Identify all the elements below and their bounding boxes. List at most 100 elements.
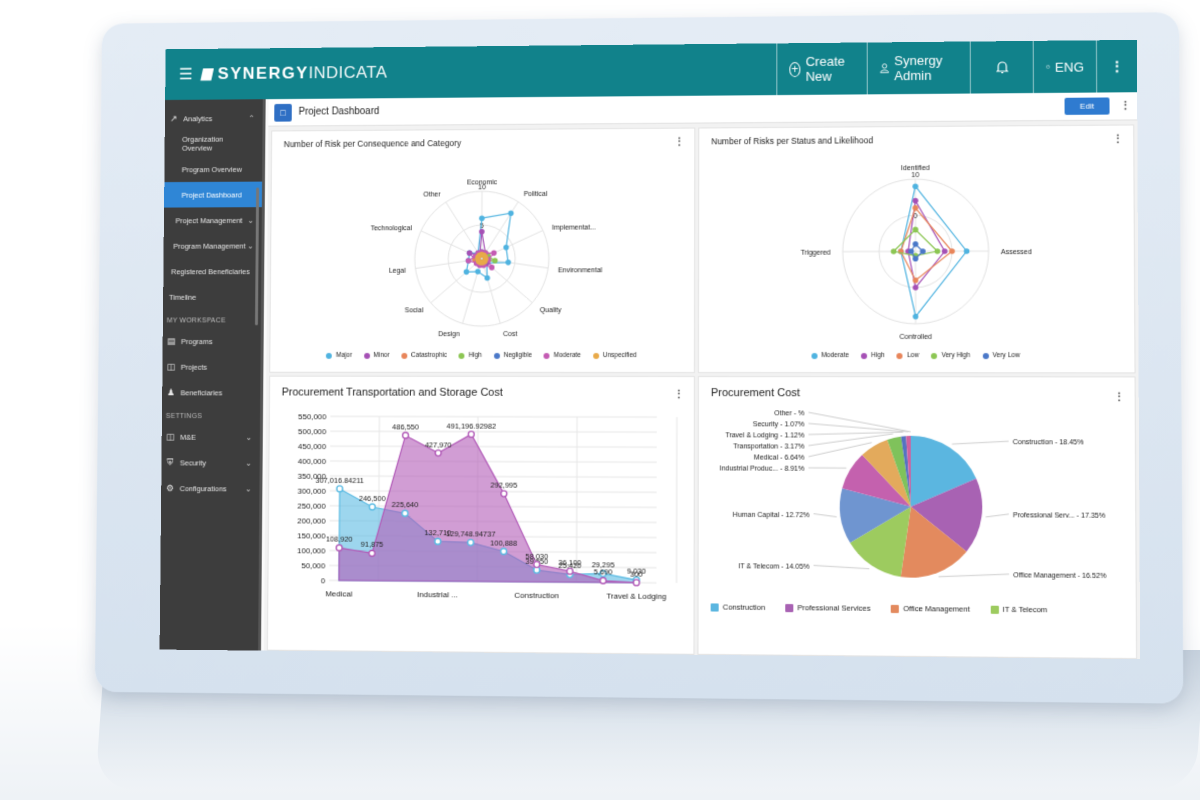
sidebar-label: Program Management: [173, 241, 246, 251]
brand-name-bold: SYNERGY: [217, 63, 309, 83]
area-point: [369, 550, 375, 556]
page-menu-kebab-icon[interactable]: ⋮: [1120, 99, 1131, 112]
notifications-button[interactable]: [969, 40, 1033, 94]
sidebar-item-project-management[interactable]: Project Management ⌄: [164, 207, 262, 233]
y-tick-label: 400,000: [298, 457, 327, 466]
legend-item-negligible[interactable]: Negligible: [493, 351, 532, 359]
radar-point-high: [492, 257, 498, 264]
sidebar-label: Analytics: [183, 113, 213, 123]
edit-button[interactable]: Edit: [1064, 97, 1110, 115]
radar-axis-label: Environmental: [558, 267, 603, 274]
legend-item-office-management[interactable]: Office Management: [890, 604, 970, 614]
sidebar-item-timeline[interactable]: Timeline: [163, 284, 261, 310]
radar-point-moderate: [963, 248, 970, 255]
legend-item-moderate[interactable]: Moderate: [811, 352, 849, 359]
radar-axis-label: Quality: [540, 307, 562, 314]
document-icon: ▤: [167, 335, 176, 346]
panel-menu-kebab-icon[interactable]: ⋮: [1114, 392, 1124, 403]
sidebar: ↗ Analytics ⌃ Organization Overview Progr…: [159, 99, 266, 651]
page-header: □ Project Dashboard Edit ⋮: [268, 92, 1138, 127]
sidebar-item-registered-beneficiaries[interactable]: Registered Beneficiaries: [163, 258, 261, 284]
sidebar-item-organization-overview[interactable]: Organization Overview: [165, 131, 263, 157]
radar-chart-risk-status: IdentifiedAssessedControlledTriggered100: [801, 165, 1032, 341]
legend-marker: [896, 352, 904, 359]
legend-item-unspecified[interactable]: Unspecified: [592, 352, 637, 359]
y-tick-label: 0: [321, 576, 326, 585]
radar-point-high: [941, 248, 948, 255]
sidebar-label: Configurations: [179, 483, 227, 493]
area-point: [369, 504, 375, 510]
legend-item-high[interactable]: High: [458, 352, 482, 359]
radar-point-very-low: [912, 255, 919, 262]
sidebar-item-projects[interactable]: ◫ Projects: [162, 354, 260, 380]
data-label: 108,920: [326, 535, 353, 544]
data-label: 129,748.94737: [446, 529, 496, 538]
panel-title: Procurement Cost: [710, 387, 801, 400]
legend-item-major[interactable]: Major: [326, 352, 352, 359]
legend-label: Moderate: [821, 352, 849, 360]
panel-menu-kebab-icon[interactable]: ⋮: [674, 389, 684, 400]
chevron-down-icon: ⌄: [247, 241, 254, 250]
pie-slice-label: Industrial Produc... - 8.91%: [720, 465, 805, 472]
legend-item-professional-services[interactable]: Professional Services: [785, 603, 871, 613]
legend-item-low[interactable]: Low: [896, 352, 919, 359]
legend-item-very-low[interactable]: Very Low: [982, 352, 1020, 359]
legend-item-moderate[interactable]: Moderate: [543, 352, 581, 359]
legend-item-construction[interactable]: Construction: [710, 602, 765, 612]
legend-marker: [990, 605, 999, 614]
legend-label: Professional Services: [797, 603, 871, 613]
sidebar-label: Security: [179, 457, 207, 467]
sidebar-item-configurations[interactable]: ⚙ Configurations ⌄: [161, 475, 259, 501]
sidebar-item-program-management[interactable]: Program Management ⌄: [164, 233, 262, 259]
data-label: 292,995: [491, 481, 518, 490]
sidebar-item-beneficiaries[interactable]: ♟ Beneficiaries: [162, 380, 260, 406]
area-point: [533, 560, 541, 569]
sidebar-item-me[interactable]: ◫ M&E ⌄: [162, 424, 260, 450]
language-button[interactable]: ENG: [1032, 40, 1097, 94]
data-label: 225,640: [392, 500, 419, 509]
sidebar-item-project-dashboard[interactable]: Project Dashboard: [164, 181, 263, 208]
radar-point-minor: [466, 250, 473, 256]
area-point: [565, 566, 573, 575]
legend-marker: [861, 352, 868, 359]
panel-menu-kebab-icon[interactable]: ⋮: [1113, 134, 1123, 145]
radar-point-minor: [479, 228, 485, 235]
y-tick-label: 50,000: [301, 561, 326, 570]
panel-menu-kebab-icon[interactable]: ⋮: [674, 137, 684, 148]
sidebar-item-analytics[interactable]: ↗ Analytics ⌃: [165, 105, 263, 131]
pie-slice-label: Office Management - 16.52%: [1013, 572, 1106, 580]
legend-item-high[interactable]: High: [861, 352, 885, 359]
chevron-down-icon: ⌄: [245, 458, 252, 468]
legend-label: IT & Telecom: [1002, 604, 1048, 615]
data-label: 307,016.84211: [315, 476, 364, 485]
radar-point-moderate: [491, 250, 497, 256]
legend-label: High: [871, 352, 885, 360]
legend-item-minor[interactable]: Minor: [363, 352, 389, 359]
user-menu-button[interactable]: Synergy Admin: [866, 41, 970, 95]
y-tick-label: 500,000: [298, 427, 327, 436]
radar-axis-label: Triggered: [801, 250, 831, 257]
more-options-button[interactable]: ⋮: [1095, 39, 1138, 93]
data-label: 246,500: [359, 494, 386, 503]
radar-point-major: [463, 269, 470, 275]
hamburger-menu-icon[interactable]: ☰: [179, 65, 193, 85]
sidebar-item-programs[interactable]: ▤ Programs: [163, 328, 261, 354]
legend-label: Negligible: [503, 351, 532, 359]
legend-marker: [811, 352, 818, 359]
sidebar-item-program-overview[interactable]: Program Overview: [164, 156, 262, 182]
legend-item-very-high[interactable]: Very High: [931, 352, 970, 359]
panel-risk-category: Number of Risk per Consequence and Categ…: [269, 127, 696, 374]
pie-leader-line: [814, 565, 870, 568]
radar-axis-label: Design: [438, 331, 460, 338]
pie-chart-procurement-cost: Construction - 18.45% Professional Serv..…: [720, 410, 1107, 580]
legend-item-it-telecom[interactable]: IT & Telecom: [990, 604, 1048, 615]
panel-title: Number of Risks per Status and Likelihoo…: [711, 135, 873, 147]
legend-item-catastrophic[interactable]: Catastrophic: [401, 352, 447, 359]
panel-title: Number of Risk per Consequence and Categ…: [283, 138, 462, 150]
pie-slice-label: Human Capital - 12.72%: [733, 511, 810, 519]
radar-point-unspecified: [476, 252, 483, 259]
create-new-button[interactable]: + Create New: [776, 42, 867, 96]
x-tick-label: Construction: [514, 591, 559, 600]
panel-procurement-cost: Procurement Cost ⋮ Construction - 18.45%…: [697, 376, 1138, 660]
sidebar-item-security[interactable]: ⛨ Security ⌄: [161, 450, 259, 476]
